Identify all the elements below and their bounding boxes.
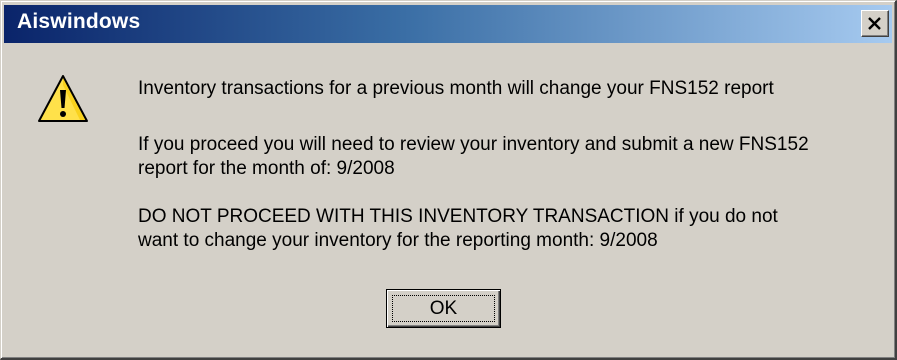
message-dialog: Aiswindows Inventory transactions for a … (0, 0, 897, 360)
ok-button-label: OK (429, 298, 458, 319)
message-text: If you proceed you will need to review y… (138, 133, 809, 181)
message-line: want to change your inventory for the re… (138, 230, 658, 251)
title-bar[interactable]: Aiswindows (4, 5, 892, 43)
warning-triangle-icon (38, 75, 88, 122)
message-line: If you proceed you will need to review y… (138, 134, 809, 155)
message-text: Inventory transactions for a previous mo… (138, 77, 774, 101)
message-text: DO NOT PROCEED WITH THIS INVENTORY TRANS… (138, 205, 778, 253)
message-line: report for the month of: 9/2008 (138, 158, 395, 179)
message-line: DO NOT PROCEED WITH THIS INVENTORY TRANS… (138, 206, 778, 227)
window-title: Aiswindows (17, 10, 141, 33)
close-x-icon (868, 17, 881, 30)
ok-button[interactable]: OK (386, 289, 501, 328)
message-line: Inventory transactions for a previous mo… (138, 78, 774, 99)
close-button[interactable] (861, 10, 889, 37)
